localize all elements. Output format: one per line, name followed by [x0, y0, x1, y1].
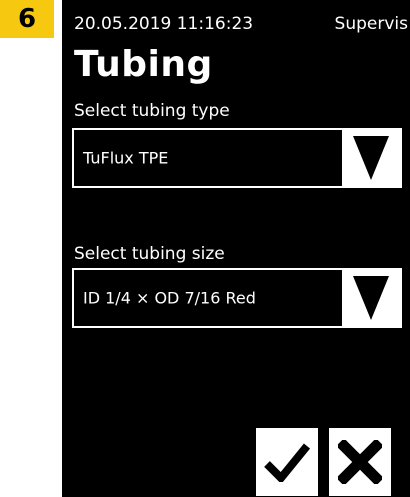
- triangle-down-icon[interactable]: [342, 130, 400, 186]
- tubing-size-value: ID 1/4 × OD 7/16 Red: [83, 288, 256, 308]
- datetime: 20.05.2019 11:16:23: [74, 14, 254, 34]
- tubing-type-dropdown[interactable]: TuFlux TPE: [72, 128, 402, 188]
- x-icon: [338, 440, 382, 484]
- step-number-badge: 6: [0, 0, 54, 38]
- cancel-button[interactable]: [329, 428, 391, 496]
- status-bar: 20.05.2019 11:16:23 Supervis: [74, 14, 410, 38]
- tubing-type-value: TuFlux TPE: [83, 148, 169, 168]
- confirm-button[interactable]: [256, 428, 318, 496]
- user-role: Supervis: [334, 14, 408, 34]
- device-screen: 20.05.2019 11:16:23 Supervis Tubing Sele…: [62, 0, 410, 497]
- tubing-size-label: Select tubing size: [74, 244, 225, 264]
- tubing-size-dropdown[interactable]: ID 1/4 × OD 7/16 Red: [72, 268, 402, 328]
- page-title: Tubing: [74, 44, 213, 85]
- tubing-type-label: Select tubing type: [74, 101, 230, 121]
- checkmark-icon: [264, 443, 310, 482]
- triangle-down-icon[interactable]: [342, 270, 400, 326]
